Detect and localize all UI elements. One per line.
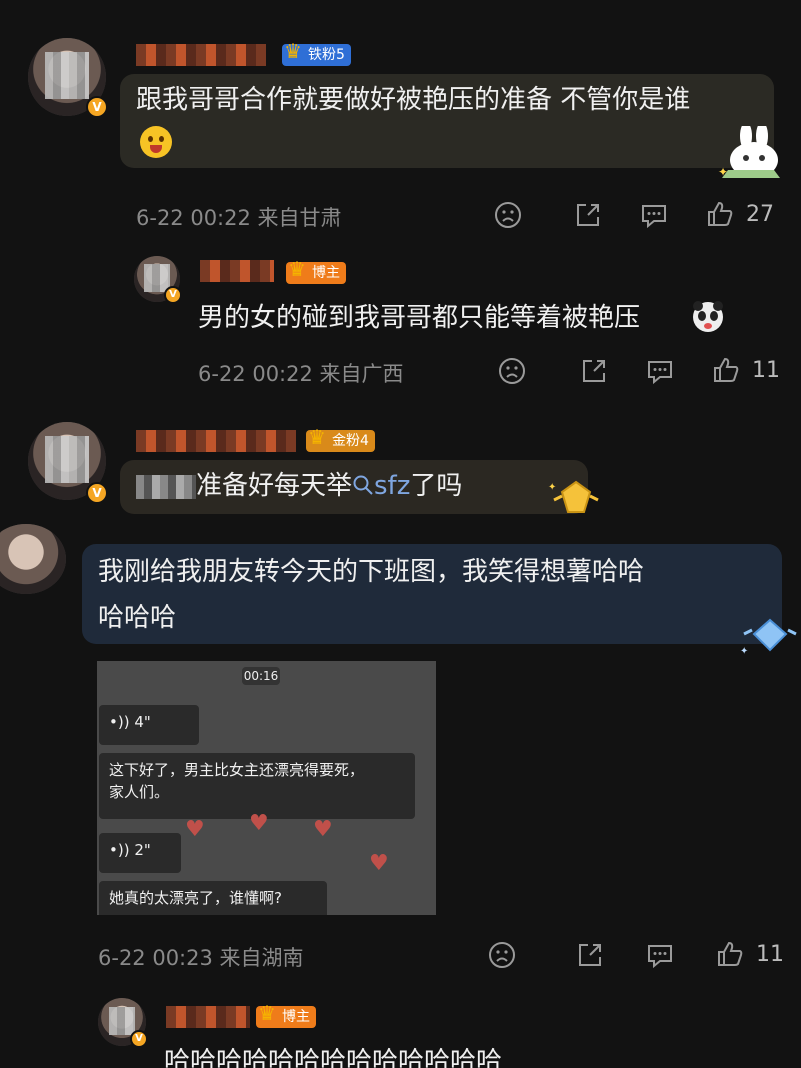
username[interactable]	[136, 428, 296, 454]
bunny-decoration-icon: ✦	[718, 126, 780, 179]
share-icon[interactable]	[576, 941, 604, 969]
heart-icon: ♥	[185, 817, 205, 842]
username[interactable]	[166, 1004, 250, 1030]
svg-text:✦: ✦	[718, 165, 728, 179]
video-timestamp: 00:16	[242, 667, 280, 685]
fan-badge[interactable]: ♛ 铁粉5	[282, 40, 351, 66]
v-badge-icon: V	[86, 482, 108, 504]
heart-icon: ♥	[369, 851, 389, 876]
comment-text-line1: 我刚给我朋友转今天的下班图，我笑得想薯哈哈	[98, 557, 645, 587]
reply-text: 哈哈哈哈哈哈哈哈哈哈哈哈哈	[164, 1047, 503, 1068]
like-count: 27	[746, 202, 774, 227]
comment-text: 准备好每天举 sfz了吗	[136, 464, 462, 508]
chat-message: 她真的太漂亮了，谁懂啊?	[99, 881, 327, 915]
svg-text:✦: ✦	[548, 482, 556, 493]
search-icon	[353, 475, 373, 495]
heart-icon: ♥	[313, 817, 333, 842]
thumb-up-icon[interactable]	[706, 200, 734, 228]
comment-icon[interactable]	[646, 357, 674, 385]
gold-gem-decoration-icon: ✦	[548, 480, 599, 513]
share-icon[interactable]	[580, 357, 608, 385]
comment-icon[interactable]	[646, 941, 674, 969]
username[interactable]	[136, 42, 266, 68]
reply-meta: 6-22 00:22 来自广西	[198, 362, 404, 386]
crown-icon: ♛	[258, 1001, 276, 1025]
reply-text: 男的女的碰到我哥哥都只能等着被艳压	[198, 303, 641, 333]
blurred-text	[136, 474, 196, 499]
sad-face-icon[interactable]	[488, 941, 516, 969]
voice-message: •)) 4"	[99, 705, 199, 745]
blogger-badge[interactable]: ♛ 博主	[256, 1002, 316, 1028]
v-badge-icon: V	[130, 1030, 148, 1048]
username[interactable]	[200, 258, 274, 284]
svg-text:✦: ✦	[740, 646, 748, 657]
attached-image[interactable]: 00:16 •)) 4" 这下好了，男主比女主还漂亮得要死， 家人们。 ♥ ♥ ♥…	[97, 661, 436, 915]
fan-badge[interactable]: ♛ 金粉4	[306, 426, 375, 452]
blogger-badge[interactable]: ♛ 博主	[286, 258, 346, 284]
panda-emoji-icon	[693, 301, 723, 332]
comment-icon[interactable]	[640, 201, 668, 229]
tongue-emoji-icon	[140, 126, 172, 158]
v-badge-icon: V	[86, 96, 108, 118]
crown-icon: ♛	[288, 257, 306, 281]
comment-meta: 6-22 00:23 来自湖南	[98, 946, 304, 970]
share-icon[interactable]	[574, 201, 602, 229]
voice-message: •)) 2"	[99, 833, 181, 873]
comment-text: 跟我哥哥合作就要做好被艳压的准备 不管你是谁	[136, 85, 691, 115]
thumb-up-icon[interactable]	[716, 940, 744, 968]
blue-diamond-decoration-icon: ✦	[740, 618, 797, 657]
thumb-up-icon[interactable]	[712, 356, 740, 384]
v-badge-icon: V	[164, 286, 182, 304]
like-count: 11	[756, 942, 784, 967]
heart-icon: ♥	[249, 811, 269, 836]
sad-face-icon[interactable]	[498, 357, 526, 385]
comment-text-line2: 哈哈哈	[98, 603, 177, 633]
like-count: 11	[752, 358, 780, 383]
search-link[interactable]: sfz	[352, 471, 410, 501]
avatar[interactable]	[0, 524, 66, 594]
chat-message: 这下好了，男主比女主还漂亮得要死， 家人们。	[99, 753, 415, 819]
crown-icon: ♛	[308, 425, 326, 449]
comment-meta: 6-22 00:22 来自甘肃	[136, 206, 342, 230]
crown-icon: ♛	[284, 39, 302, 63]
sad-face-icon[interactable]	[494, 201, 522, 229]
